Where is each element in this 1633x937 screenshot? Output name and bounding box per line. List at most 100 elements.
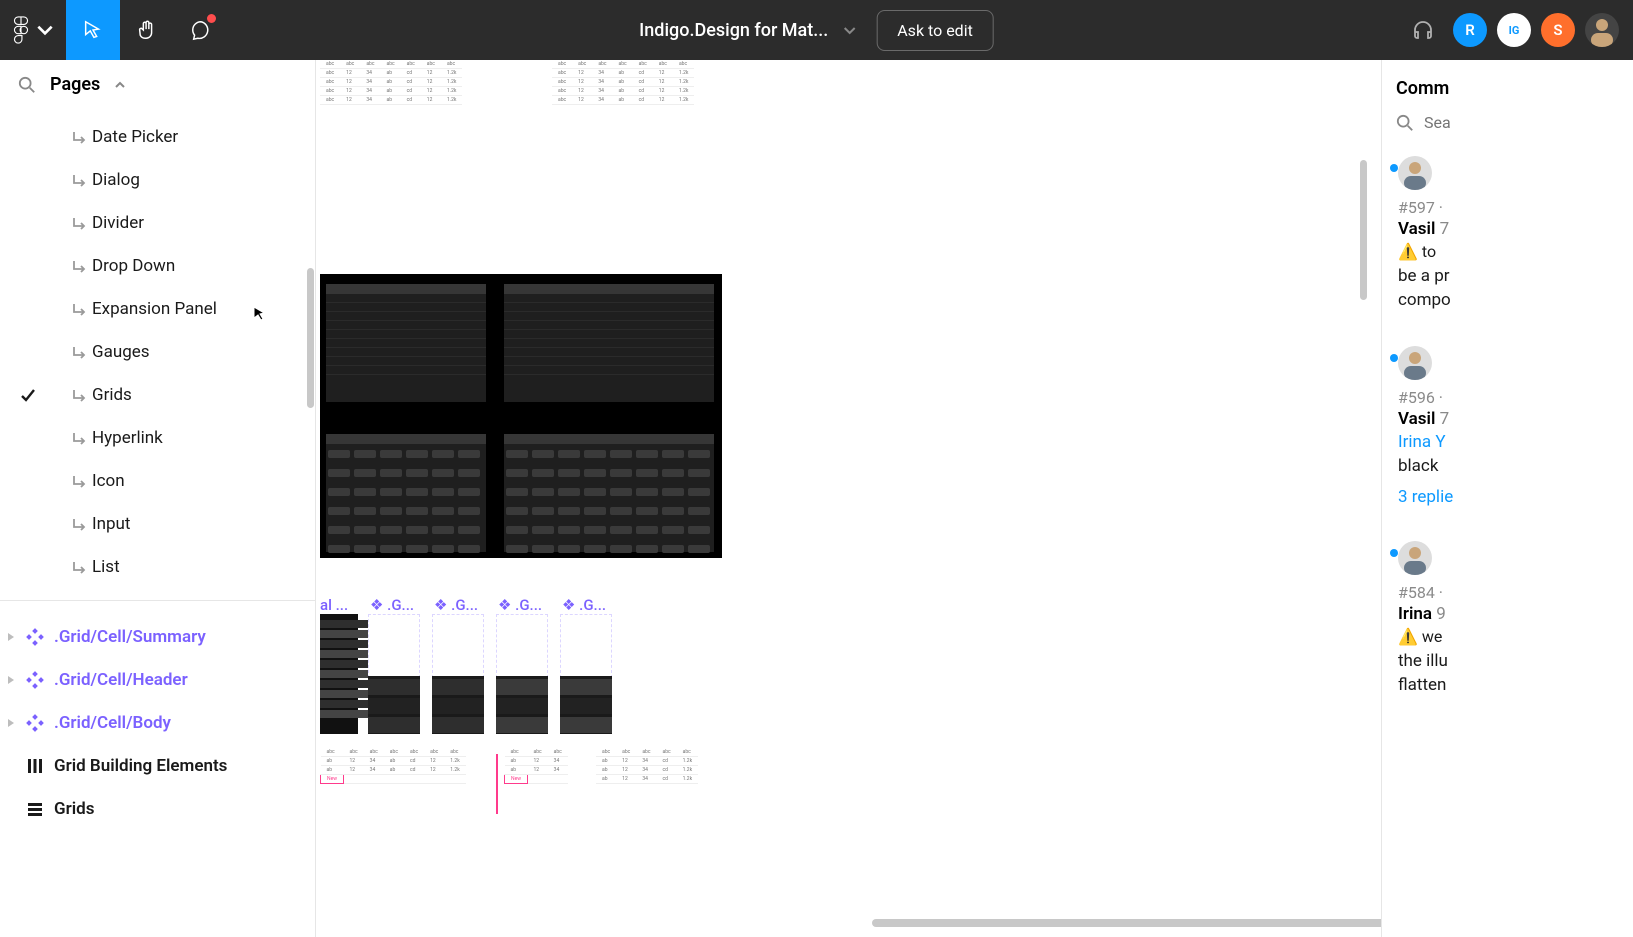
canvas-dark-cell-3: [496, 676, 548, 734]
layer-grids[interactable]: Grids: [0, 787, 315, 830]
component-frame-label[interactable]: al ...: [320, 596, 348, 614]
subpage-icon: [72, 173, 86, 187]
comment-replies-link[interactable]: 3 replie: [1398, 479, 1633, 507]
comments-search-input[interactable]: [1424, 113, 1604, 132]
page-item-input[interactable]: Input: [0, 502, 315, 545]
layer-grid-building-elements[interactable]: Grid Building Elements: [0, 744, 315, 787]
frame-rows-icon: [26, 800, 44, 818]
subpage-icon: [72, 216, 86, 230]
check-icon: [20, 387, 36, 403]
pages-header-label: Pages: [50, 74, 100, 95]
comment-597[interactable]: #597 ·Vasil 7⚠️ to be a prcompo: [1396, 156, 1633, 346]
pages-list: Date PickerDialogDividerDrop DownExpansi…: [0, 107, 315, 600]
component-icon: [26, 714, 44, 732]
page-item-icon[interactable]: Icon: [0, 459, 315, 502]
page-item-gauges[interactable]: Gauges: [0, 330, 315, 373]
component-frame-label[interactable]: ❖ .G...: [434, 596, 478, 614]
expand-icon[interactable]: [6, 632, 16, 642]
search-icon[interactable]: [1396, 114, 1414, 132]
page-item-date-picker[interactable]: Date Picker: [0, 115, 315, 158]
component-frame-label[interactable]: ❖ .G...: [498, 596, 542, 614]
chevron-up-icon: [114, 79, 126, 91]
move-tool-button[interactable]: [66, 0, 120, 60]
subpage-icon: [72, 517, 86, 531]
comment-body: Irina Yblack: [1398, 429, 1633, 479]
subpage-icon: [72, 431, 86, 445]
left-panel: Pages Date PickerDialogDividerDrop DownE…: [0, 60, 316, 937]
page-item-label: List: [92, 557, 120, 577]
mention[interactable]: Irina Y: [1398, 432, 1446, 452]
layer-label: .Grid/Cell/Body: [54, 713, 171, 733]
comment-author: Irina 9: [1398, 602, 1633, 624]
comment-number: #596 ·: [1398, 380, 1633, 407]
canvas-preview-light-bot-1: abcabcabcabcabcabcabc ab1234abcd121.2k a…: [320, 748, 466, 784]
component-frame-label[interactable]: ❖ .G...: [370, 596, 414, 614]
comment-author: Vasil 7: [1398, 407, 1633, 429]
canvas-preview-light-top: abcabcabcabcabcabcabc abc1234abcd121.2k …: [320, 60, 462, 105]
unread-dot-icon: [1390, 164, 1398, 172]
page-item-label: Gauges: [92, 342, 150, 362]
avatar: [1398, 541, 1432, 575]
layer-label: .Grid/Cell/Summary: [54, 627, 206, 647]
canvas-h-scrollbar-thumb[interactable]: [872, 919, 1381, 927]
comment-584[interactable]: #584 ·Irina 9⚠️ wethe illuflatten: [1396, 541, 1633, 731]
page-item-list[interactable]: List: [0, 545, 315, 588]
top-toolbar: Indigo.Design for Mat... Ask to edit R I…: [0, 0, 1633, 60]
pages-header[interactable]: Pages: [0, 60, 315, 107]
page-item-grids[interactable]: Grids: [0, 373, 315, 416]
avatar-photo[interactable]: [1585, 13, 1619, 47]
comment-number: #584 ·: [1398, 575, 1633, 602]
notification-dot-icon: [207, 14, 216, 23]
ask-to-edit-button[interactable]: Ask to edit: [876, 10, 994, 51]
chevron-down-icon: [842, 23, 856, 37]
component-frame-label[interactable]: ❖ .G...: [562, 596, 606, 614]
page-item-label: Drop Down: [92, 256, 175, 276]
layer--grid-cell-body[interactable]: .Grid/Cell/Body: [0, 701, 315, 744]
canvas-dark-cell-1: [368, 676, 420, 734]
subpage-icon: [72, 259, 86, 273]
avatar-s[interactable]: S: [1541, 13, 1575, 47]
comment-number: #597 ·: [1398, 190, 1633, 217]
canvas-mini-column: [320, 614, 358, 734]
headphones-icon[interactable]: [1411, 18, 1435, 42]
selection-guide-icon: [496, 754, 498, 814]
layer--grid-cell-summary[interactable]: .Grid/Cell/Summary: [0, 615, 315, 658]
document-title[interactable]: Indigo.Design for Mat...: [639, 20, 856, 41]
page-item-divider[interactable]: Divider: [0, 201, 315, 244]
component-icon: [26, 671, 44, 689]
page-item-label: Icon: [92, 471, 125, 491]
subpage-icon: [72, 302, 86, 316]
comment-tool-button[interactable]: [174, 0, 228, 60]
avatar-r[interactable]: R: [1453, 13, 1487, 47]
page-item-label: Divider: [92, 213, 144, 233]
layer-label: .Grid/Cell/Header: [54, 670, 188, 690]
page-item-dialog[interactable]: Dialog: [0, 158, 315, 201]
left-scrollbar-thumb[interactable]: [307, 268, 314, 408]
pointer-cursor-icon: [252, 306, 268, 322]
expand-icon[interactable]: [6, 675, 16, 685]
page-item-label: Dialog: [92, 170, 140, 190]
avatar: [1398, 346, 1432, 380]
canvas-dark-cell-4: [560, 676, 612, 734]
figma-menu-button[interactable]: [0, 0, 66, 60]
layer--grid-cell-header[interactable]: .Grid/Cell/Header: [0, 658, 315, 701]
comment-596[interactable]: #596 ·Vasil 7Irina Yblack3 replie: [1396, 346, 1633, 541]
page-item-hyperlink[interactable]: Hyperlink: [0, 416, 315, 459]
unread-dot-icon: [1390, 549, 1398, 557]
search-icon[interactable]: [18, 76, 36, 94]
avatar-ig[interactable]: IG: [1497, 13, 1531, 47]
expand-icon[interactable]: [6, 718, 16, 728]
subpage-icon: [72, 560, 86, 574]
layer-label: Grid Building Elements: [54, 756, 227, 776]
component-icon: [26, 628, 44, 646]
frame-cols-icon: [26, 757, 44, 775]
page-item-drop-down[interactable]: Drop Down: [0, 244, 315, 287]
hand-tool-button[interactable]: [120, 0, 174, 60]
canvas-preview-light-bot-3: abcabcabcabcabc ab1234cd1.2k ab1234cd1.2…: [596, 748, 698, 784]
layer-label: Grids: [54, 799, 94, 819]
unread-dot-icon: [1390, 354, 1398, 362]
avatar: [1398, 156, 1432, 190]
comment-body: ⚠️ wethe illuflatten: [1398, 624, 1633, 697]
canvas[interactable]: abcabcabcabcabcabcabc abc1234abcd121.2k …: [316, 60, 1381, 937]
comments-scrollbar-thumb[interactable]: [1360, 160, 1367, 300]
